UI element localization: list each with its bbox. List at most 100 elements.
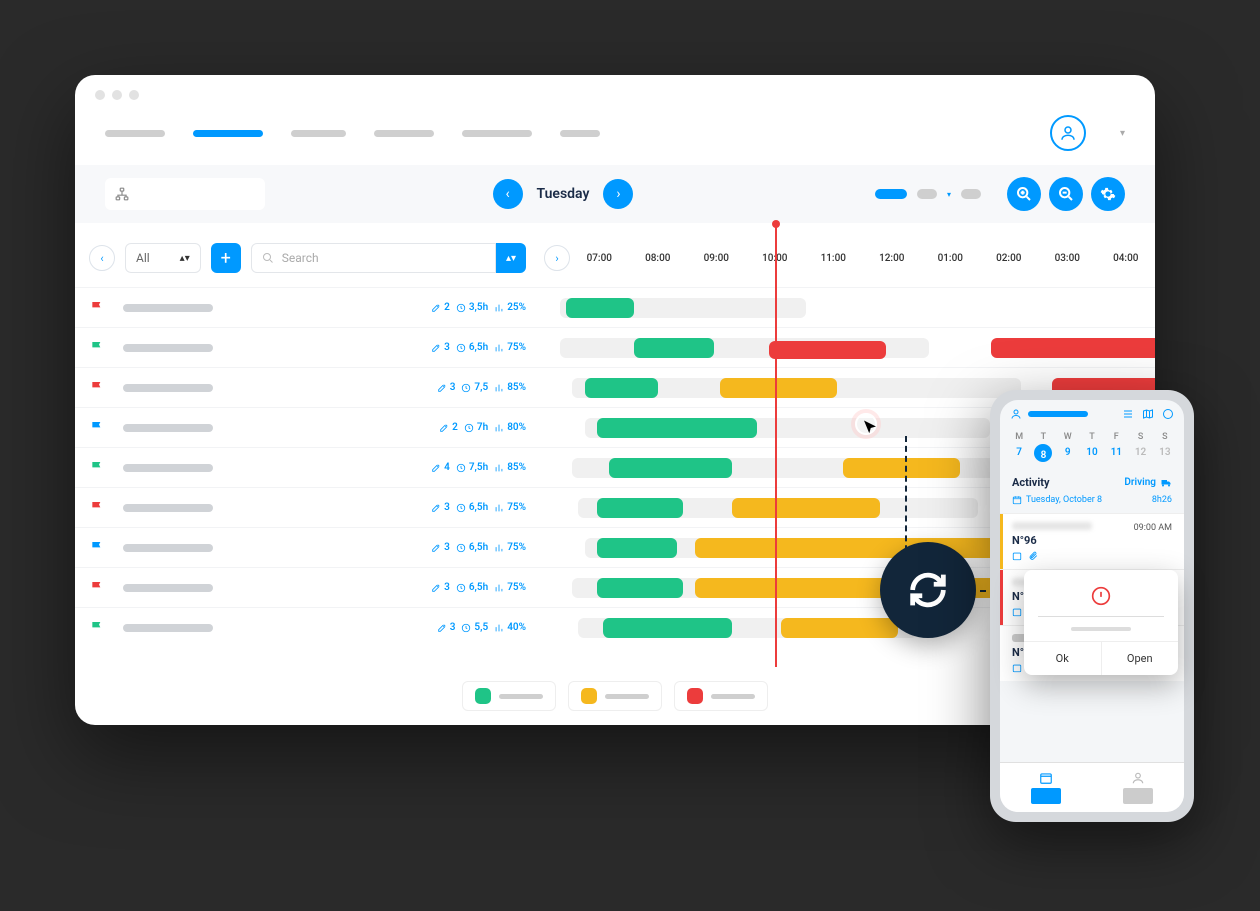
gantt-bar-orange[interactable] [781, 618, 898, 638]
popup-open-button[interactable]: Open [1102, 642, 1179, 675]
sort-button[interactable]: ▴▾ [496, 243, 526, 273]
gantt-bar-orange[interactable] [732, 498, 880, 518]
gantt-bar-orange[interactable] [695, 538, 1033, 558]
resource-row[interactable]: 3 6,5h 75% [75, 567, 540, 607]
stat-duration: 6,5h [456, 542, 488, 553]
gantt-bar-green[interactable] [597, 578, 683, 598]
stat-tools: 2 [431, 302, 450, 313]
org-selector[interactable] [105, 178, 265, 210]
top-tabs: ▾ [75, 115, 1155, 165]
list-icon[interactable] [1122, 408, 1134, 420]
phone-task-item[interactable]: N°96 09:00 AM [1000, 513, 1184, 569]
tab-item[interactable] [374, 130, 434, 137]
timeline-scroll-button[interactable]: › [544, 245, 570, 271]
legend-orange [568, 681, 662, 711]
gantt-bar-green[interactable] [597, 418, 757, 438]
calendar-date[interactable]: 12 [1129, 444, 1151, 462]
cursor-target [855, 413, 877, 435]
time-header-label: 04:00 [1113, 253, 1138, 264]
resource-stats: 2 7h 80% [439, 422, 526, 433]
search-input[interactable]: Search [251, 243, 496, 273]
stat-util: 75% [494, 502, 526, 513]
stat-duration: 6,5h [456, 582, 488, 593]
next-day-button[interactable]: › [603, 179, 633, 209]
tab-item[interactable] [462, 130, 532, 137]
stat-tools: 3 [431, 582, 450, 593]
gantt-bar-green[interactable] [634, 338, 714, 358]
phone-calendar[interactable]: MTWTFSS78910111213 [1000, 428, 1184, 466]
tab-item-active[interactable] [193, 130, 263, 137]
more-icon[interactable] [1162, 408, 1174, 420]
gantt-bar-green[interactable] [597, 538, 677, 558]
time-header-label: 09:00 [704, 253, 729, 264]
resource-row[interactable]: 2 7h 80% [75, 407, 540, 447]
search-plus-icon [1016, 186, 1032, 202]
tab-item[interactable] [105, 130, 165, 137]
stat-duration: 7,5h [456, 462, 488, 473]
alert-popup: Ok Open [1024, 570, 1178, 675]
gantt-bar-green[interactable] [603, 618, 732, 638]
legend-green [462, 681, 556, 711]
chevron-down-icon[interactable]: ▾ [1120, 128, 1125, 139]
resource-row[interactable]: 3 6,5h 75% [75, 527, 540, 567]
user-avatar[interactable] [1050, 115, 1086, 151]
time-header-label: 12:00 [879, 253, 904, 264]
resource-row[interactable]: 3 6,5h 75% [75, 487, 540, 527]
stat-tools: 2 [439, 422, 458, 433]
flag-icon [89, 300, 105, 316]
user-icon [1010, 408, 1022, 420]
map-icon[interactable] [1142, 408, 1154, 420]
calendar-icon [1012, 663, 1022, 673]
resource-row[interactable]: 3 5,5 40% [75, 607, 540, 647]
gantt-bar-orange[interactable] [843, 458, 960, 478]
settings-button[interactable] [1091, 177, 1125, 211]
tab-item[interactable] [560, 130, 600, 137]
filter-all-label: All [136, 251, 150, 265]
calendar-date[interactable]: 11 [1105, 444, 1127, 462]
phone-nav-schedule[interactable] [1000, 763, 1092, 812]
calendar-date[interactable]: 9 [1057, 444, 1079, 462]
calendar-date[interactable]: 8 [1034, 444, 1052, 462]
prev-page-button[interactable]: ‹ [89, 245, 115, 271]
gantt-row [540, 287, 1155, 327]
time-header-label: 08:00 [645, 253, 670, 264]
gantt-bar-green[interactable] [566, 298, 634, 318]
resource-row[interactable]: 4 7,5h 85% [75, 447, 540, 487]
prev-day-button[interactable]: ‹ [493, 179, 523, 209]
resource-row[interactable]: 3 6,5h 75% [75, 327, 540, 367]
flag-icon [89, 620, 105, 636]
gantt-bar-green[interactable] [609, 458, 732, 478]
filter-all-select[interactable]: All ▴▾ [125, 243, 201, 273]
attachment-icon [1028, 551, 1038, 561]
calendar-date[interactable]: 7 [1008, 444, 1030, 462]
calendar-date[interactable]: 13 [1154, 444, 1176, 462]
user-icon [1131, 771, 1145, 785]
tab-item[interactable] [291, 130, 346, 137]
flag-icon [89, 580, 105, 596]
resource-row[interactable]: 2 3,5h 25% [75, 287, 540, 327]
zoom-in-button[interactable] [1007, 177, 1041, 211]
stat-tools: 4 [431, 462, 450, 473]
phone-activity-row: Activity Driving [1000, 466, 1184, 493]
gantt-bar-green[interactable] [597, 498, 683, 518]
resource-name [123, 504, 213, 512]
popup-ok-button[interactable]: Ok [1024, 642, 1102, 675]
calendar-date[interactable]: 10 [1081, 444, 1103, 462]
gantt-bar-orange[interactable] [695, 578, 1033, 598]
stat-util: 25% [494, 302, 526, 313]
resource-row[interactable]: 3 7,5 85% [75, 367, 540, 407]
flag-icon [89, 500, 105, 516]
gantt-bar-green[interactable] [585, 378, 659, 398]
stat-util: 40% [494, 622, 526, 633]
view-switch[interactable]: ▾ [861, 183, 995, 205]
zoom-out-button[interactable] [1049, 177, 1083, 211]
gantt-bar-red[interactable] [991, 338, 1156, 358]
gantt-bar-red[interactable] [769, 341, 886, 359]
add-resource-button[interactable]: + [211, 243, 241, 273]
phone-nav-profile[interactable] [1092, 763, 1184, 812]
resource-name [123, 624, 213, 632]
gantt-bar-orange[interactable] [720, 378, 837, 398]
day-navigator: ‹ Tuesday › [493, 179, 634, 209]
stat-util: 75% [494, 542, 526, 553]
resource-name [123, 424, 213, 432]
